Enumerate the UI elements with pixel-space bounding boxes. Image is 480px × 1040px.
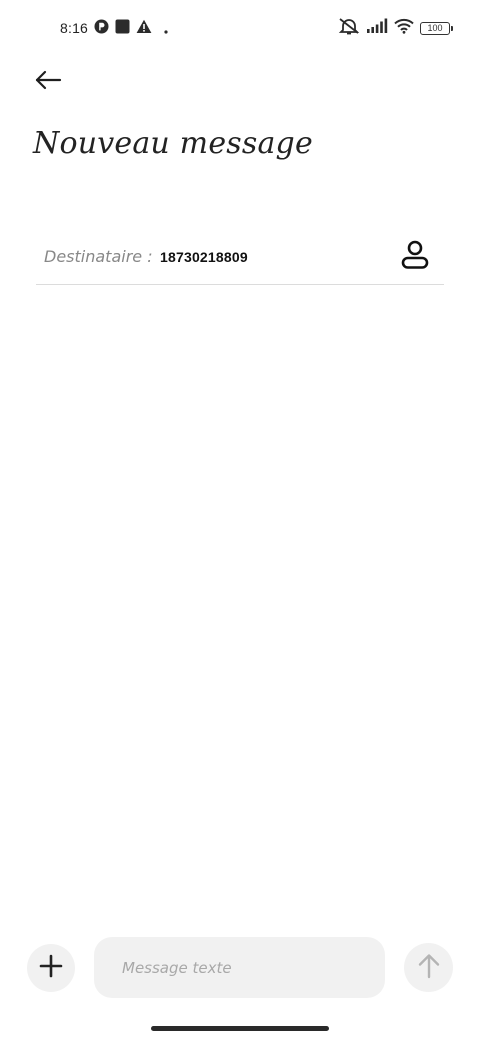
page-title: Nouveau message <box>33 126 313 161</box>
message-placeholder: Message texte <box>122 959 232 977</box>
add-attachment-button[interactable] <box>27 944 75 992</box>
status-bar: 8:16 100 <box>0 0 480 56</box>
warning-icon <box>136 19 152 38</box>
status-left: 8:16 <box>60 18 168 38</box>
contact-picker-button[interactable] <box>398 240 432 274</box>
plus-icon <box>39 954 63 982</box>
muted-vibrate-icon <box>338 17 360 39</box>
status-time: 8:16 <box>60 20 89 36</box>
battery-icon: 100 <box>420 21 453 35</box>
app-notification-icon <box>94 19 109 38</box>
dot-icon <box>164 19 168 38</box>
status-right: 100 <box>338 16 453 40</box>
arrow-up-icon <box>417 953 441 983</box>
wifi-icon <box>394 18 414 38</box>
signal-icon <box>366 18 388 38</box>
recipient-label: Destinataire : <box>44 247 153 266</box>
recipient-input[interactable]: 18730218809 <box>160 249 248 265</box>
back-button[interactable] <box>28 62 68 102</box>
send-button[interactable] <box>404 943 453 992</box>
arrow-left-icon <box>34 69 62 95</box>
square-notification-icon <box>115 19 130 38</box>
person-icon <box>401 240 429 274</box>
home-indicator[interactable] <box>151 1026 329 1031</box>
recipient-row[interactable]: Destinataire : 18730218809 <box>36 230 444 285</box>
message-input[interactable]: Message texte <box>94 937 385 998</box>
